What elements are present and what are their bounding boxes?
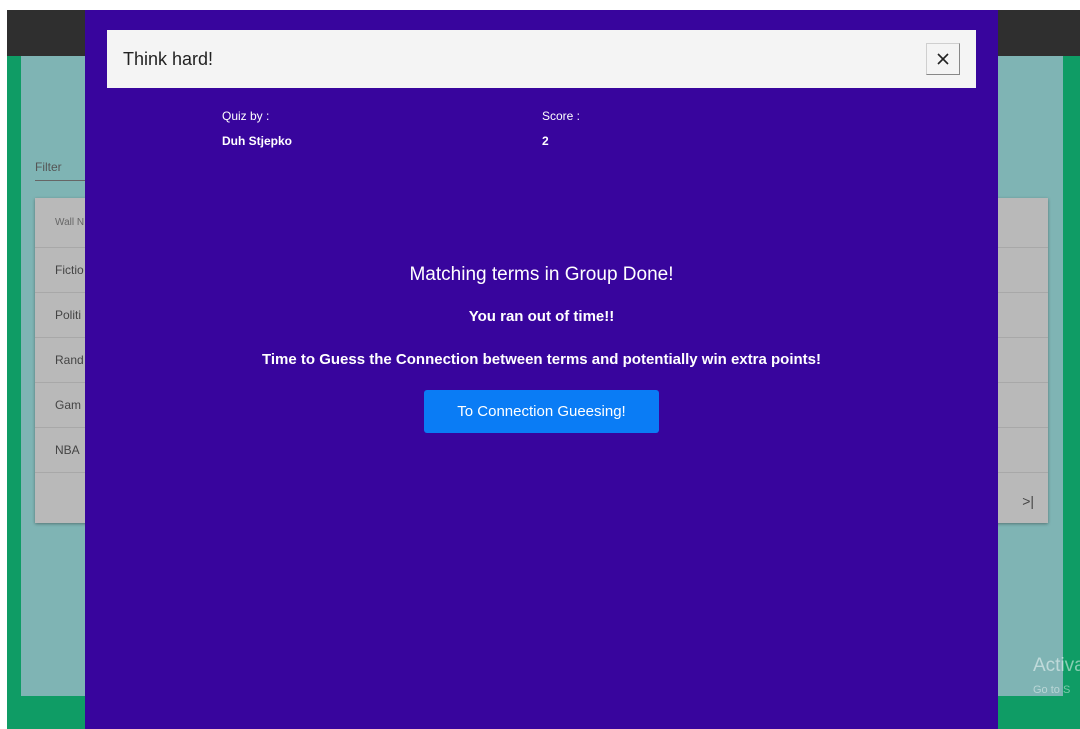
modal-header: Think hard! [107, 30, 976, 88]
activate-watermark-subtitle: Go to S [1033, 684, 1071, 696]
timeout-message: You ran out of time!! [468, 308, 615, 325]
modal-title: Think hard! [123, 49, 214, 69]
close-icon [937, 53, 949, 65]
close-button[interactable] [926, 43, 960, 75]
connection-guessing-button[interactable]: To Connection Gueesing! [424, 390, 659, 433]
quiz-by-label: Quiz by : [222, 109, 270, 123]
filter-label: Filter [35, 160, 62, 174]
score-label: Score : [542, 109, 581, 123]
score-value: 2 [542, 134, 549, 148]
quiz-modal: Think hard! Quiz by : Duh Stjepko Score … [85, 10, 998, 729]
quiz-author: Duh Stjepko [222, 134, 293, 148]
result-heading: Matching terms in Group Done! [409, 264, 674, 285]
last-page-icon[interactable]: >| [1022, 493, 1034, 509]
filter-input[interactable] [35, 180, 85, 181]
connection-instructions: Time to Guess the Connection between ter… [262, 351, 821, 368]
activate-watermark-title: Activa [1033, 655, 1080, 676]
